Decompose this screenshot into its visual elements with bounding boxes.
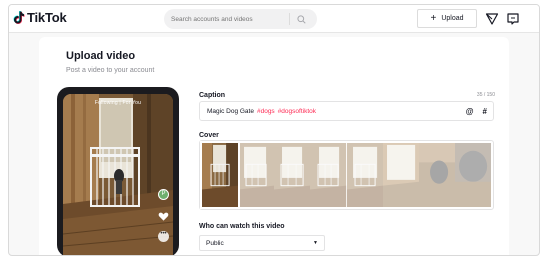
caption-label: Caption bbox=[199, 92, 226, 99]
cover-dim-overlay bbox=[274, 143, 311, 207]
hashtag-dogsoftiktok: #dogsoftiktok bbox=[277, 107, 316, 115]
cover-frame[interactable] bbox=[454, 143, 491, 207]
search-input[interactable] bbox=[164, 15, 289, 23]
mention-icon[interactable]: @ bbox=[466, 107, 474, 116]
page-title: Upload video bbox=[66, 50, 136, 62]
privacy-select[interactable]: Public ▼ bbox=[199, 235, 325, 251]
send-icon[interactable] bbox=[485, 12, 499, 26]
cover-dim-overlay bbox=[310, 143, 347, 207]
search-button[interactable] bbox=[290, 9, 312, 29]
upload-card: Upload video Post a video to your accoun… bbox=[39, 37, 509, 255]
caption-input[interactable]: Magic Dog Gate #dogs #dogsoftiktok @ # bbox=[199, 101, 494, 121]
tiktok-logo-icon bbox=[13, 11, 25, 24]
search-bar bbox=[164, 9, 317, 29]
caret-down-icon: ▼ bbox=[313, 240, 318, 246]
cover-dim-overlay bbox=[346, 143, 383, 207]
cover-dim-overlay bbox=[418, 143, 455, 207]
page-subtitle: Post a video to your account bbox=[66, 67, 155, 74]
upload-button[interactable]: + Upload bbox=[417, 9, 477, 28]
cover-thumbnail bbox=[202, 143, 239, 207]
video-frame-illustration bbox=[63, 94, 173, 255]
upload-label: Upload bbox=[441, 15, 464, 22]
search-icon bbox=[296, 14, 306, 24]
logo-text: TikTok bbox=[27, 10, 67, 25]
feed-tabs: Following | For You bbox=[94, 100, 142, 106]
hashtag-icon[interactable]: # bbox=[483, 107, 487, 116]
cover-label: Cover bbox=[199, 132, 219, 139]
heart-icon bbox=[158, 212, 169, 221]
cover-picker[interactable] bbox=[199, 140, 494, 210]
privacy-selected-value: Public bbox=[206, 239, 224, 247]
tiktok-logo[interactable]: TikTok bbox=[13, 10, 67, 25]
cover-dim-overlay bbox=[454, 143, 491, 207]
more-icon: ••• bbox=[158, 231, 169, 242]
cover-frame[interactable] bbox=[382, 143, 419, 207]
plus-icon: + bbox=[430, 12, 437, 24]
avatar: P bbox=[158, 189, 169, 200]
cover-dim-overlay bbox=[238, 143, 275, 207]
cover-frame[interactable] bbox=[346, 143, 383, 207]
top-bar: TikTok + Upload bbox=[9, 5, 539, 33]
video-preview[interactable]: Following | For You P ••• bbox=[63, 94, 173, 255]
caption-tools: @ # bbox=[466, 107, 487, 116]
cover-frame[interactable] bbox=[274, 143, 311, 207]
cover-frame[interactable] bbox=[418, 143, 455, 207]
cover-frame[interactable] bbox=[238, 143, 275, 207]
cover-frame[interactable] bbox=[310, 143, 347, 207]
cover-frame-selected[interactable] bbox=[199, 141, 241, 209]
app-window: TikTok + Upload Upload video bbox=[8, 4, 540, 256]
hashtag-dogs: #dogs bbox=[256, 107, 275, 115]
video-preview-phone: Following | For You P ••• bbox=[57, 87, 179, 255]
caption-text: Magic Dog Gate bbox=[207, 107, 254, 115]
privacy-label: Who can watch this video bbox=[199, 223, 285, 230]
inbox-icon[interactable] bbox=[506, 12, 520, 26]
cover-dim-overlay bbox=[382, 143, 419, 207]
caption-counter: 35 / 150 bbox=[476, 92, 495, 98]
